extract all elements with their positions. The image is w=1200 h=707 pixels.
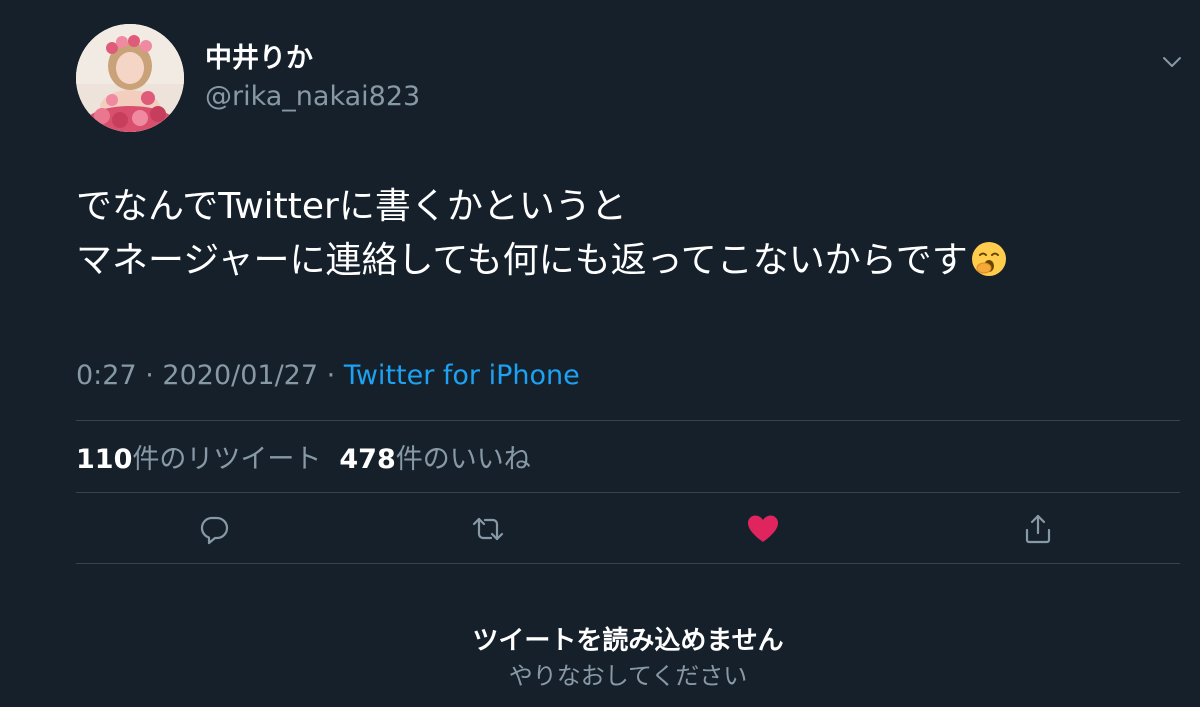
share-button[interactable]: [1018, 509, 1058, 549]
like-label: 件のいいね: [395, 444, 531, 475]
yawning-face-emoji-icon: [970, 240, 1008, 278]
tweet-date: 2020/01/27: [162, 360, 319, 391]
divider: [76, 563, 1180, 564]
share-icon: [1025, 514, 1051, 544]
display-name[interactable]: 中井りか: [205, 42, 313, 76]
retweet-stat[interactable]: 110件のリツイート: [76, 444, 321, 475]
retweet-count: 110: [76, 444, 133, 475]
avatar-image: [76, 24, 184, 132]
user-handle[interactable]: @rika_nakai823: [205, 80, 420, 114]
meta-separator: ·: [145, 360, 154, 391]
retweet-icon: [472, 517, 504, 541]
tweet-source-link[interactable]: Twitter for iPhone: [344, 360, 580, 391]
tweet-text-line: でなんでTwitterに書くかというと: [76, 186, 627, 227]
like-count: 478: [339, 444, 396, 475]
heart-icon: [748, 515, 778, 542]
divider: [76, 492, 1180, 493]
avatar[interactable]: [76, 24, 184, 132]
tweet-text-line: マネージャーに連絡しても何にも返ってこないからです: [76, 240, 968, 281]
tweet-text-line-2: マネージャーに連絡しても何にも返ってこないからです: [76, 234, 1176, 288]
chevron-down-icon[interactable]: [1160, 52, 1184, 72]
tweet-time: 0:27: [76, 360, 137, 391]
retry-message[interactable]: やりなおしてください: [0, 660, 1200, 692]
like-button[interactable]: [743, 509, 783, 549]
meta-separator: ·: [326, 360, 336, 391]
error-title: ツイートを読み込めません: [472, 626, 784, 656]
like-stat[interactable]: 478件のいいね: [339, 444, 530, 475]
reply-button[interactable]: [194, 509, 234, 549]
retweet-button[interactable]: [468, 509, 508, 549]
tweet-detail: 中井りか @rika_nakai823 でなんでTwitterに書くかというと …: [0, 0, 1200, 707]
tweet-meta: 0:27 · 2020/01/27 · Twitter for iPhone: [76, 358, 580, 394]
tweet-text: でなんでTwitterに書くかというと マネージャーに連絡しても何にも返ってこな…: [76, 180, 1176, 288]
tweet-stats: 110件のリツイート 478件のいいね: [76, 442, 531, 478]
divider: [76, 420, 1180, 421]
reply-icon: [200, 516, 229, 545]
retweet-label: 件のリツイート: [132, 444, 322, 475]
